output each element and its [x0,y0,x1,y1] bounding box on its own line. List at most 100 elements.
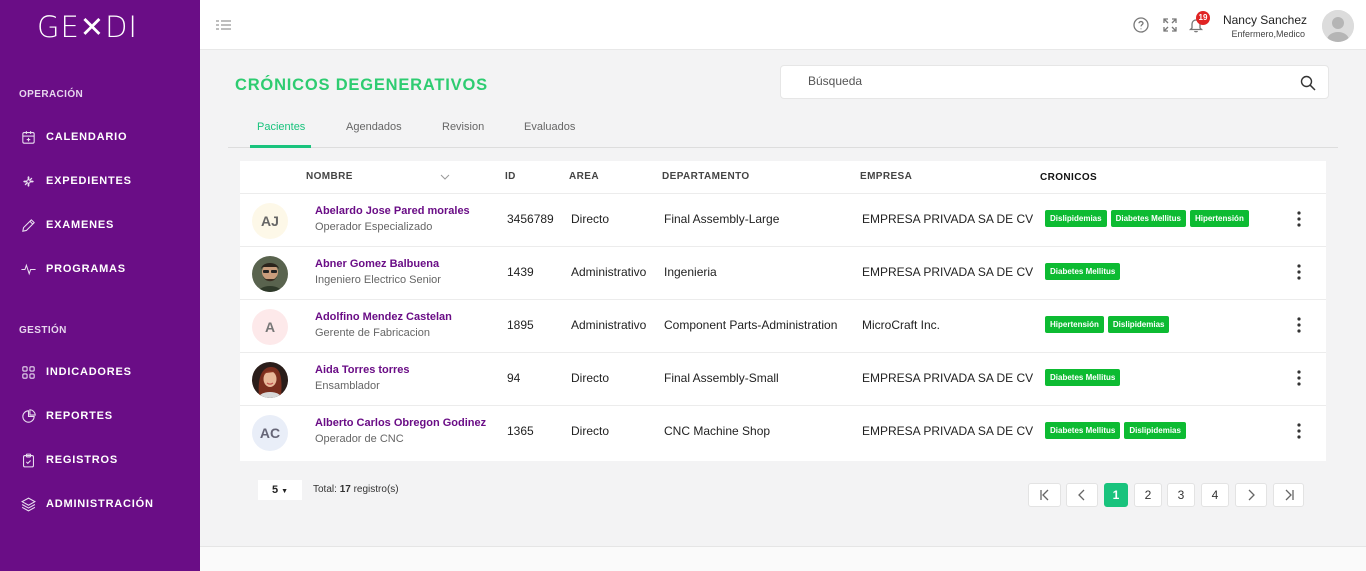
tab-revision[interactable]: Revision [442,121,484,133]
sidebar-item-reportes[interactable]: REPORTES [20,404,113,428]
search-box [780,65,1329,99]
grid-icon [22,365,35,379]
sidebar-item-expedientes[interactable]: EXPEDIENTES [20,169,132,193]
column-header-nombre[interactable]: NOMBRE [306,171,353,182]
patient-departamento: Component Parts-Administration [664,318,838,332]
page-3-button[interactable]: 3 [1167,483,1195,507]
patient-area: Administrativo [571,318,647,332]
cronicos-tags: Dislipidemias Diabetes Mellitus Hiperten… [1045,210,1249,227]
column-header-area: AREA [569,171,599,182]
patient-role: Operador de CNC [315,433,404,445]
search-icon[interactable] [1300,75,1316,91]
patient-name[interactable]: Alberto Carlos Obregon Godinez [315,417,486,429]
more-options-icon[interactable] [1294,369,1304,387]
sidebar-item-label: REPORTES [46,410,113,422]
column-header-empresa: EMPRESA [860,171,913,182]
search-input[interactable] [808,74,1288,88]
patients-table: NOMBRE ID AREA DEPARTAMENTO EMPRESA CRON… [240,161,1326,461]
sidebar-item-examenes[interactable]: EXAMENES [20,213,114,237]
clipboard-icon [23,453,34,467]
more-options-icon[interactable] [1294,422,1304,440]
sidebar-item-administracion[interactable]: ADMINISTRACIÓN [20,492,154,516]
table-row[interactable]: Abner Gomez Balbuena Ingeniero Electrico… [240,246,1326,299]
patient-departamento: CNC Machine Shop [664,424,771,438]
last-page-button[interactable] [1273,483,1304,507]
first-page-button[interactable] [1028,483,1061,507]
tag-diabetes-mellitus: Diabetes Mellitus [1110,210,1186,227]
next-page-button[interactable] [1235,483,1267,507]
fullscreen-icon[interactable] [1162,17,1178,33]
patient-name[interactable]: Adolfino Mendez Castelan [315,311,452,323]
more-options-icon[interactable] [1294,263,1304,281]
column-header-cronicos: CRONICOS [1040,172,1098,183]
flower-icon [23,175,34,187]
tag-diabetes-mellitus: Diabetes Mellitus [1045,369,1121,386]
sidebar-item-calendario[interactable]: CALENDARIO [20,125,127,149]
patient-empresa: MicroCraft Inc. [862,318,941,332]
patient-role: Ensamblador [315,380,380,392]
table-row[interactable]: AC Alberto Carlos Obregon Godinez Operad… [240,405,1326,458]
tag-diabetes-mellitus: Diabetes Mellitus [1045,263,1121,280]
patient-departamento: Final Assembly-Small [664,371,779,385]
patient-empresa: EMPRESA PRIVADA SA DE CV [862,212,1034,226]
patient-id: 1439 [507,265,534,279]
tag-dislipidemias: Dislipidemias [1124,422,1186,439]
page-size-select[interactable]: 5 ▼ [258,480,302,500]
tab-agendados[interactable]: Agendados [346,121,402,133]
avatar [252,362,288,398]
app-logo[interactable]: GE✕DI [37,10,138,44]
tag-diabetes-mellitus: Diabetes Mellitus [1045,422,1121,439]
patient-role: Gerente de Fabricacion [315,327,430,339]
cronicos-tags: Diabetes Mellitus [1045,369,1121,386]
chevron-down-icon[interactable] [440,173,450,181]
patient-name[interactable]: Abelardo Jose Pared morales [315,205,470,217]
tab-bar: Pacientes Agendados Revision Evaluados [228,112,1338,148]
page-1-button[interactable]: 1 [1104,483,1128,507]
patient-id: 1895 [507,318,534,332]
footer [200,546,1366,571]
patient-name[interactable]: Abner Gomez Balbuena [315,258,439,270]
chevron-right-icon [1248,489,1255,501]
patient-empresa: EMPRESA PRIVADA SA DE CV [862,424,1034,438]
user-name[interactable]: Nancy Sanchez [1223,13,1307,27]
user-avatar[interactable] [1322,10,1354,42]
tag-dislipidemias: Dislipidemias [1107,316,1170,333]
tab-evaluados[interactable]: Evaluados [524,121,575,133]
topbar: 19 Nancy Sanchez Enfermero,Medico [200,0,1366,50]
table-row[interactable]: AJ Abelardo Jose Pared morales Operador … [240,193,1326,246]
patient-area: Directo [571,424,610,438]
help-icon[interactable] [1133,17,1149,33]
total-records: Total: 17 registro(s) [313,484,399,495]
patient-role: Operador Especializado [315,221,433,233]
section-label-gestion: GESTIÓN [19,325,67,336]
menu-toggle-icon[interactable] [216,19,231,31]
sidebar: GE✕DI OPERACIÓN CALENDARIO EXPEDIENTES E… [0,0,200,571]
sidebar-item-label: PROGRAMAS [46,263,126,275]
table-row[interactable]: A Adolfino Mendez Castelan Gerente de Fa… [240,299,1326,352]
sidebar-item-registros[interactable]: REGISTROS [20,448,118,472]
sidebar-item-label: EXAMENES [46,219,115,231]
patient-id: 1365 [507,424,534,438]
more-options-icon[interactable] [1294,210,1304,228]
page-2-button[interactable]: 2 [1134,483,1162,507]
more-options-icon[interactable] [1294,316,1304,334]
sidebar-item-label: INDICADORES [46,366,132,378]
chevron-left-icon [1078,489,1085,501]
patient-departamento: Ingenieria [664,265,717,279]
prev-page-button[interactable] [1066,483,1098,507]
section-label-operacion: OPERACIÓN [19,89,84,100]
tab-pacientes[interactable]: Pacientes [257,121,305,133]
first-page-icon [1039,489,1048,501]
patient-id: 3456789 [507,212,554,226]
sidebar-item-indicadores[interactable]: INDICADORES [20,360,132,384]
sidebar-item-programas[interactable]: PROGRAMAS [20,257,126,281]
patient-area: Directo [571,371,610,385]
tag-hipertension: Hipertensión [1189,210,1249,227]
page-4-button[interactable]: 4 [1201,483,1229,507]
cronicos-tags: Diabetes Mellitus [1045,263,1121,280]
calendar-icon [22,130,35,144]
table-row[interactable]: Aida Torres torres Ensamblador 94 Direct… [240,352,1326,405]
avatar: A [252,309,288,345]
patient-name[interactable]: Aida Torres torres [315,364,410,376]
avatar: AJ [252,203,288,239]
